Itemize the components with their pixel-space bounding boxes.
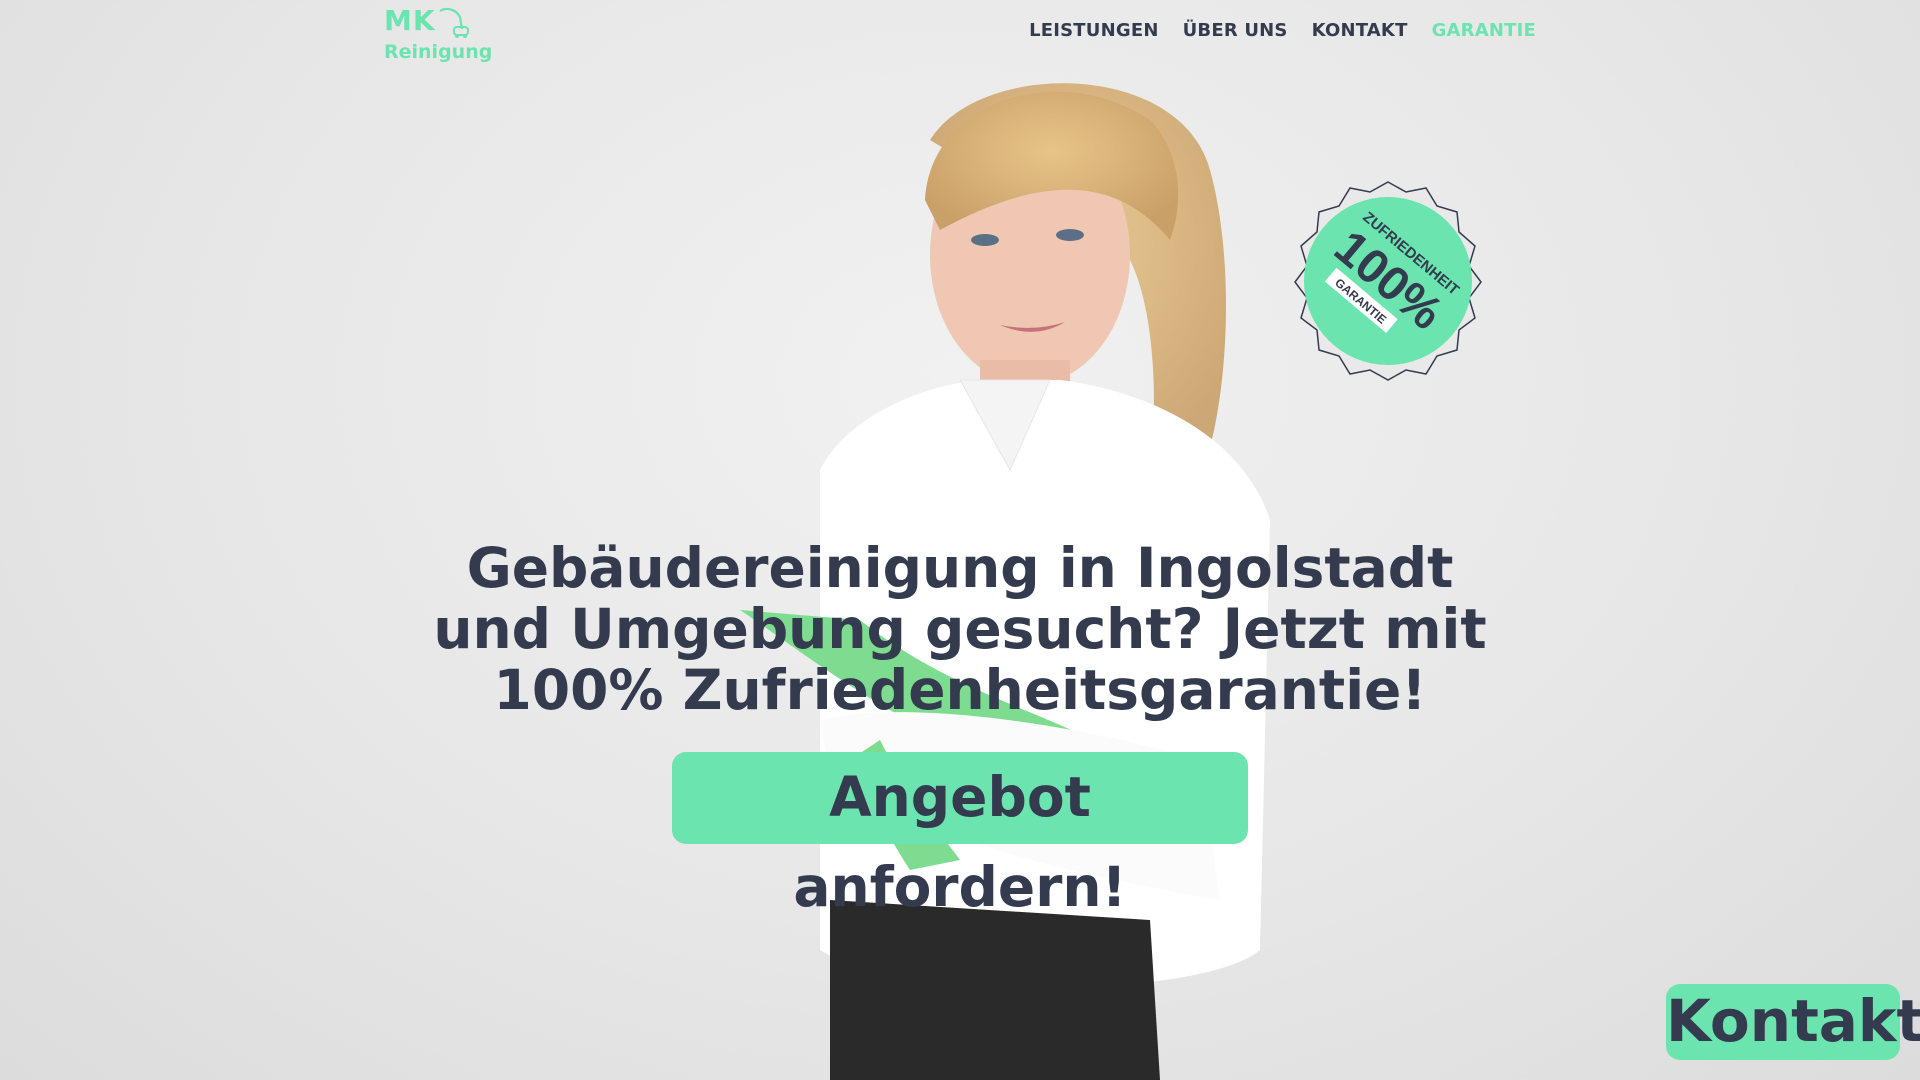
brand-subtitle: Reinigung: [384, 41, 493, 63]
site-header: MK Reinigung LEISTUNGEN ÜBER UNS KONTAKT…: [0, 0, 1920, 80]
hero-headline: Gebäudereinigung in Ingolstadt und Umgeb…: [433, 536, 1487, 722]
brand-name: MK: [384, 4, 436, 37]
nav-item-garantie[interactable]: GARANTIE: [1432, 20, 1536, 41]
nav-item-kontakt[interactable]: KONTAKT: [1312, 20, 1408, 41]
nav-item-ueber-uns[interactable]: ÜBER UNS: [1183, 20, 1288, 41]
request-quote-button[interactable]: Angebot anfordern!: [672, 752, 1248, 919]
vacuum-cleaner-icon: [439, 7, 469, 38]
brand-logo[interactable]: MK Reinigung: [384, 4, 504, 68]
satisfaction-guarantee-badge: ZUFRIEDENHEIT 100% GARANTIE: [1294, 181, 1482, 381]
floating-contact-button[interactable]: Kontakt: [1666, 984, 1920, 1060]
main-navigation: LEISTUNGEN ÜBER UNS KONTAKT GARANTIE: [1029, 20, 1536, 41]
nav-item-leistungen[interactable]: LEISTUNGEN: [1029, 20, 1159, 41]
